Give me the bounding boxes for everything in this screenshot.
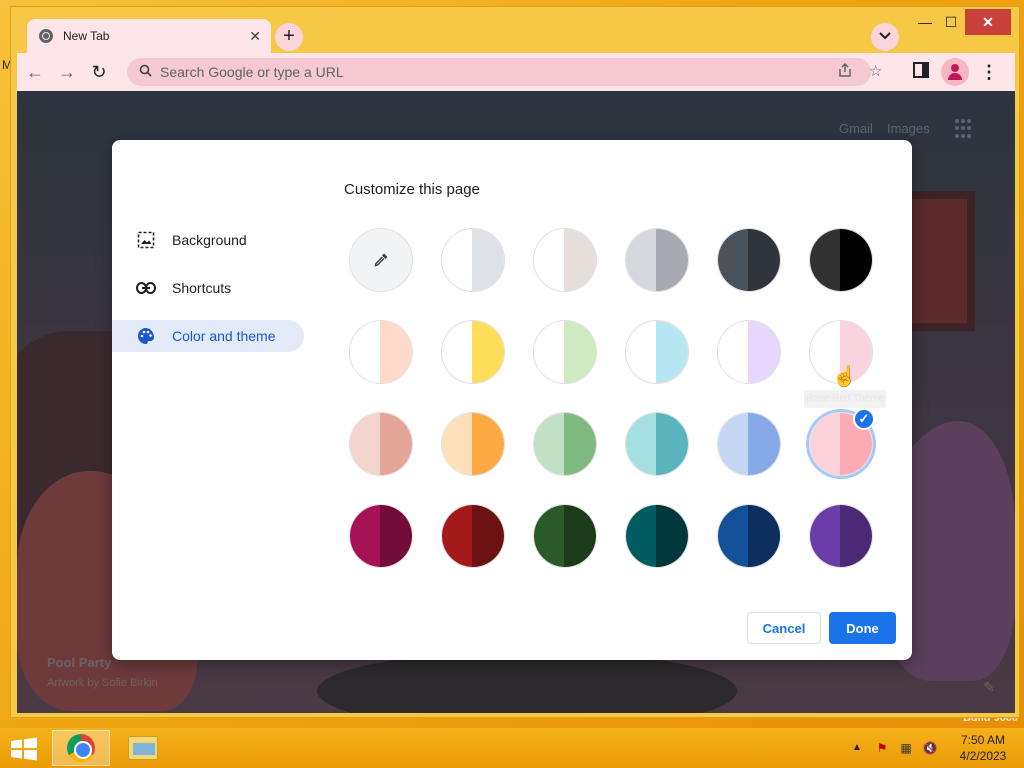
taskbar-file-explorer[interactable] xyxy=(114,730,172,766)
back-button[interactable]: ← xyxy=(21,58,49,86)
clock-date: 4/2/2023 xyxy=(959,749,1007,763)
chrome-icon xyxy=(67,734,95,762)
maximize-button[interactable]: ☐ xyxy=(935,9,967,35)
reload-button[interactable]: ↻ xyxy=(85,58,113,86)
bookmark-star-icon[interactable]: ☆ xyxy=(869,62,882,80)
color-swatch[interactable] xyxy=(533,412,597,476)
color-swatch[interactable] xyxy=(533,504,597,568)
action-center-flag-icon[interactable]: ⚑ xyxy=(874,740,890,756)
color-swatch[interactable] xyxy=(809,504,873,568)
eyedropper-icon xyxy=(374,253,388,267)
sidebar-item-label: Color and theme xyxy=(172,328,276,344)
color-swatch[interactable] xyxy=(625,228,689,292)
color-swatch[interactable] xyxy=(717,228,781,292)
omnibox[interactable]: ☆ xyxy=(127,58,882,86)
search-icon xyxy=(139,64,152,80)
tab-close-icon[interactable]: ✕ xyxy=(249,28,261,45)
side-panel-icon[interactable] xyxy=(913,62,929,78)
titlebar: New Tab ✕ + — ☐ ✕ xyxy=(11,7,1019,53)
profile-avatar-icon[interactable] xyxy=(941,58,969,86)
image-icon xyxy=(136,230,156,250)
color-swatch[interactable] xyxy=(441,320,505,384)
artwork-credit[interactable]: Artwork by Sofie Birkin xyxy=(47,677,158,689)
chevron-down-icon xyxy=(879,32,891,40)
sidebar-item-label: Background xyxy=(172,232,247,248)
sidebar-item-background[interactable]: Background xyxy=(112,224,304,256)
omnibox-input[interactable] xyxy=(160,64,760,80)
close-window-button[interactable]: ✕ xyxy=(965,9,1011,35)
volume-muted-icon[interactable]: 🔇 xyxy=(922,740,938,756)
swatch-tooltip: Rose Red Theme xyxy=(804,390,886,408)
tab-title: New Tab xyxy=(63,29,110,43)
show-hidden-icons-icon[interactable]: ▲ xyxy=(852,742,862,753)
tab-new-tab[interactable]: New Tab ✕ xyxy=(27,19,271,53)
mouse-cursor-icon: ☝ xyxy=(832,366,857,388)
customize-dialog: Customize this page Background Shortcuts… xyxy=(112,140,912,660)
checkmark-icon: ✓ xyxy=(853,408,875,430)
color-swatch[interactable] xyxy=(441,504,505,568)
tab-search-button[interactable] xyxy=(871,23,899,51)
windows-start-icon[interactable] xyxy=(10,737,38,761)
color-swatch[interactable] xyxy=(717,320,781,384)
new-tab-button[interactable]: + xyxy=(275,23,303,51)
taskbar: ▲ ⚑ ▦ 🔇 7:50 AM 4/2/2023 xyxy=(0,728,1024,768)
link-icon xyxy=(136,278,156,298)
forward-button[interactable]: → xyxy=(53,58,81,86)
done-button[interactable]: Done xyxy=(829,612,896,644)
sidebar-item-label: Shortcuts xyxy=(172,280,232,296)
color-swatch[interactable] xyxy=(441,228,505,292)
google-apps-icon[interactable] xyxy=(955,119,975,139)
sidebar-item-color-and-theme[interactable]: Color and theme xyxy=(112,320,304,352)
color-swatch[interactable] xyxy=(349,412,413,476)
images-link[interactable]: Images xyxy=(887,121,930,136)
system-clock[interactable]: 7:50 AM 4/2/2023 xyxy=(950,732,1016,764)
clock-time: 7:50 AM xyxy=(960,733,1006,747)
color-swatch[interactable] xyxy=(625,504,689,568)
color-swatch[interactable] xyxy=(533,228,597,292)
color-swatch[interactable] xyxy=(533,320,597,384)
color-swatch[interactable] xyxy=(625,320,689,384)
share-icon[interactable] xyxy=(837,62,853,82)
color-swatch[interactable] xyxy=(717,504,781,568)
sidebar-item-shortcuts[interactable]: Shortcuts xyxy=(112,272,304,304)
chrome-tab-icon xyxy=(39,29,53,43)
browser-toolbar: ← → ↻ ☆ ⋮ xyxy=(17,53,1015,91)
edit-pencil-icon[interactable]: ✎ xyxy=(983,679,995,696)
cancel-button[interactable]: Cancel xyxy=(747,612,821,644)
artwork-title[interactable]: Pool Party xyxy=(47,655,111,670)
color-swatch[interactable] xyxy=(625,412,689,476)
gmail-link[interactable]: Gmail xyxy=(839,121,873,136)
dialog-title: Customize this page xyxy=(344,181,480,198)
network-icon[interactable]: ▦ xyxy=(898,740,914,756)
color-swatch[interactable] xyxy=(441,412,505,476)
palette-icon xyxy=(136,326,156,346)
taskbar-chrome[interactable] xyxy=(52,730,110,766)
file-explorer-icon xyxy=(128,736,158,760)
color-swatch[interactable] xyxy=(809,228,873,292)
color-swatch[interactable] xyxy=(349,320,413,384)
color-swatch[interactable] xyxy=(717,412,781,476)
custom-color-swatch[interactable] xyxy=(349,228,413,292)
color-swatch[interactable] xyxy=(349,504,413,568)
chrome-menu-icon[interactable]: ⋮ xyxy=(979,58,999,86)
